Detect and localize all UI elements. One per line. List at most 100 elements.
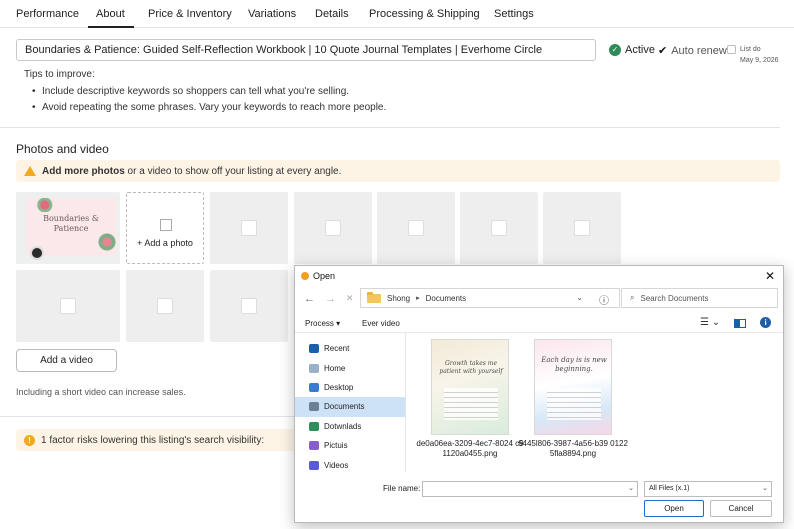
tips-heading: Tips to improve: [24,69,95,80]
cancel-button[interactable]: Cancel [710,500,772,517]
folder-icon [367,291,381,303]
tip-item: Avoid repeating the some phrases. Vary y… [32,101,386,117]
list-do-option[interactable]: List do May 9, 2026 [727,44,779,66]
journal-lines [444,388,498,420]
photos-banner: Add more photos or a video to show off y… [16,160,780,182]
tab-price-inventory[interactable]: Price & Inventory [148,8,232,20]
active-check-icon: ✓ [609,44,621,56]
status-active: ✓ Active [609,44,655,56]
section-divider [0,416,296,417]
list-do-date: May 9, 2026 [740,57,779,64]
preview-pane-icon[interactable] [734,319,747,328]
auto-renew-label: Auto renew [671,44,727,57]
file-name-input[interactable]: ⌄ [422,481,638,497]
process-menu[interactable]: Process ▾ [305,319,340,328]
photo-slot[interactable] [16,270,120,342]
refresh-icon[interactable]: ⓘ [599,292,609,307]
sidebar-item-downloads[interactable]: Dotwnlads [295,417,405,436]
videos-icon [309,460,319,470]
sidebar-item-label: Dotwnlads [324,421,362,431]
open-file-dialog: Open ✕ ← → ✕ Shong ▸ Documents ⌄ ⓘ ⌕ Sea… [294,265,784,523]
auto-renew[interactable]: ✔ Auto renew [658,44,727,58]
navigation-pane: Recent Home Desktop Documents Dotwnlads … [295,339,405,475]
photo-slot[interactable] [210,270,288,342]
view-menu[interactable]: Ever video [362,319,400,328]
sidebar-item-recent[interactable]: Recent [295,339,405,358]
main-photo[interactable]: Boundaries & Patience [16,192,120,264]
list-do-checkbox[interactable] [727,45,736,54]
photo-slot[interactable] [543,192,621,264]
sidebar-item-label: Recent [324,344,350,354]
add-video-button[interactable]: Add a video [16,349,117,372]
checkmark-icon: ✔ [658,45,668,57]
tab-about[interactable]: About [96,8,125,20]
section-divider [0,127,780,128]
file-thumbnail: Each day is is new beginning. [534,339,612,435]
help-icon[interactable]: i [760,317,772,328]
image-placeholder-icon [491,220,507,236]
chevron-down-icon[interactable]: ⌄ [576,293,583,302]
desktop-icon [309,382,319,392]
sidebar-item-label: Home [324,363,346,373]
file-item[interactable]: Growth takes me patient with yourself de… [415,339,525,459]
listing-title-input[interactable]: Boundaries & Patience: Guided Self-Refle… [16,39,596,61]
sidebar-item-pictures[interactable]: Pictuis [295,436,405,455]
listing-tabs: Performance About Price & Inventory Vari… [0,0,794,28]
address-bar[interactable]: Shong ▸ Documents ⌄ ⓘ [360,288,620,308]
video-note: Including a short video can increase sal… [16,387,186,397]
file-name: de0a06ea-3209-4ec7-8024 c91120a0455.png [416,439,524,458]
search-box[interactable]: ⌕ Search Documents [621,288,778,308]
tab-details[interactable]: Details [315,8,349,20]
pin-icon [309,344,319,354]
image-placeholder-icon [241,298,257,314]
chevron-down-icon: ⌄ [762,485,768,492]
active-tab-indicator [88,26,134,28]
forward-arrow-icon[interactable]: → [325,293,336,305]
sidebar-item-label: Documents [324,402,365,412]
breadcrumb-user[interactable]: Shong [387,294,410,303]
close-icon[interactable]: ✕ [765,269,775,283]
tab-settings[interactable]: Settings [494,8,534,20]
image-placeholder-icon [241,220,257,236]
photo-slot[interactable] [460,192,538,264]
back-arrow-icon[interactable]: ← [304,293,315,305]
breadcrumb-documents[interactable]: Documents [426,294,466,303]
warning-icon [24,166,36,176]
sidebar-item-documents[interactable]: Documents [295,397,405,417]
image-placeholder-icon [160,219,172,231]
process-label: Process [305,319,334,328]
sidebar-item-videos[interactable]: Videos [295,455,405,474]
documents-icon [309,402,319,412]
sidebar-item-label: Videos [324,460,349,470]
file-name: 6445l806-3987-4a56-b39 01225fla8894.png [518,439,628,458]
add-photo-button[interactable]: + Add a photo [126,192,204,264]
search-icon: ⌕ [630,293,635,302]
tips-list: Include descriptive keywords so shoppers… [32,85,386,117]
list-view-icon[interactable]: ☰ ⌄ [700,317,720,328]
tab-variations[interactable]: Variations [248,8,296,20]
chevron-down-icon[interactable]: ⌄ [628,484,634,492]
tab-processing-shipping[interactable]: Processing & Shipping [369,8,480,20]
tab-performance[interactable]: Performance [16,8,79,20]
file-item[interactable]: Each day is is new beginning. 6445l806-3… [518,339,628,459]
photo-slot[interactable] [210,192,288,264]
sidebar-item-home[interactable]: Home [295,358,405,377]
sidebar-item-desktop[interactable]: Desktop [295,378,405,397]
file-thumbnail: Growth takes me patient with yourself [431,339,509,435]
sidebar-item-label: Pictuis [324,441,348,451]
add-photo-label: + Add a photo [137,238,193,248]
list-do-label: List do [740,46,761,53]
banner-text: Add more photos or a video to show off y… [42,166,341,177]
visibility-risk-banner[interactable]: ! 1 factor risks lowering this listing's… [16,429,296,451]
image-placeholder-icon [325,220,341,236]
photo-slot[interactable] [294,192,372,264]
photo-slot[interactable] [377,192,455,264]
file-type-value: All Files (x.1) [649,485,690,492]
close-small-icon[interactable]: ✕ [346,293,354,304]
photo-slot[interactable] [126,270,204,342]
open-button[interactable]: Open [644,500,704,517]
sidebar-item-label: Desktop [324,382,354,392]
thumbnail-text: Each day is is new beginning. [541,356,607,373]
image-placeholder-icon [408,220,424,236]
file-type-select[interactable]: All Files (x.1) ⌄ [644,481,772,497]
